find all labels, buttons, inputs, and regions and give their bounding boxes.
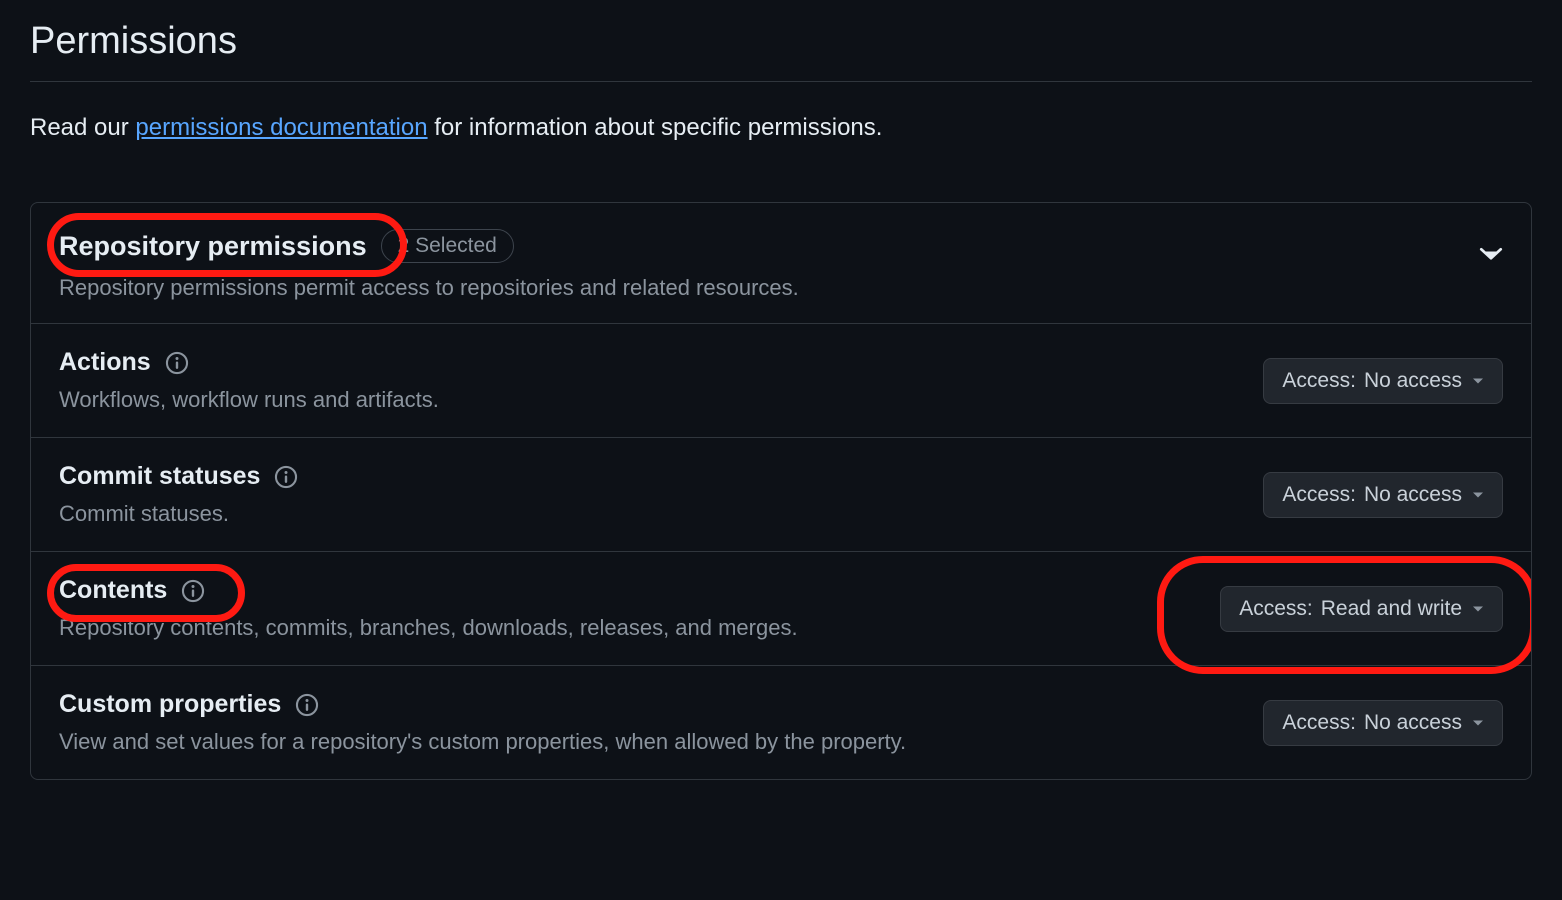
intro-prefix: Read our <box>30 114 135 141</box>
access-label-prefix: Access: <box>1282 483 1356 507</box>
permissions-doc-link[interactable]: permissions documentation <box>135 114 427 141</box>
permission-row-custom-properties: Custom properties View and set values fo… <box>31 665 1531 779</box>
access-value: No access <box>1364 483 1462 507</box>
repository-permissions-title: Repository permissions <box>59 231 367 262</box>
intro-text: Read our permissions documentation for i… <box>30 114 1532 142</box>
intro-suffix: for information about specific permissio… <box>428 114 883 141</box>
caret-down-icon <box>1472 483 1484 507</box>
access-value: No access <box>1364 711 1462 735</box>
permission-row-commit-statuses: Commit statuses Commit statuses. Access:… <box>31 437 1531 551</box>
caret-down-icon <box>1472 597 1484 621</box>
access-dropdown-actions[interactable]: Access: No access <box>1263 358 1503 404</box>
permission-row-actions: Actions Workflows, workflow runs and art… <box>31 323 1531 437</box>
info-icon[interactable] <box>165 351 189 375</box>
permission-title: Contents <box>59 576 167 605</box>
access-dropdown-contents[interactable]: Access: Read and write <box>1220 586 1503 632</box>
access-label-prefix: Access: <box>1282 369 1356 393</box>
permissions-panel: Repository permissions 2 Selected Reposi… <box>30 202 1532 780</box>
access-dropdown-custom-properties[interactable]: Access: No access <box>1263 700 1503 746</box>
access-label-prefix: Access: <box>1239 597 1313 621</box>
repository-permissions-header[interactable]: Repository permissions 2 Selected Reposi… <box>31 203 1531 323</box>
page-title: Permissions <box>30 20 1532 82</box>
info-icon[interactable] <box>274 465 298 489</box>
permission-desc: Repository contents, commits, branches, … <box>59 615 798 641</box>
selected-count-badge: 2 Selected <box>381 229 514 263</box>
info-icon[interactable] <box>181 579 205 603</box>
caret-down-icon <box>1472 711 1484 735</box>
info-icon[interactable] <box>295 693 319 717</box>
access-label-prefix: Access: <box>1282 711 1356 735</box>
chevron-down-icon <box>1479 241 1503 271</box>
repository-permissions-desc: Repository permissions permit access to … <box>59 275 799 301</box>
permission-desc: Commit statuses. <box>59 501 298 527</box>
permission-row-contents: Contents Repository contents, commits, b… <box>31 551 1531 665</box>
access-dropdown-commit-statuses[interactable]: Access: No access <box>1263 472 1503 518</box>
permission-desc: Workflows, workflow runs and artifacts. <box>59 387 439 413</box>
permission-title: Custom properties <box>59 690 281 719</box>
access-value: Read and write <box>1321 597 1462 621</box>
permission-title: Commit statuses <box>59 462 260 491</box>
permission-title: Actions <box>59 348 151 377</box>
access-value: No access <box>1364 369 1462 393</box>
caret-down-icon <box>1472 369 1484 393</box>
permission-desc: View and set values for a repository's c… <box>59 729 906 755</box>
